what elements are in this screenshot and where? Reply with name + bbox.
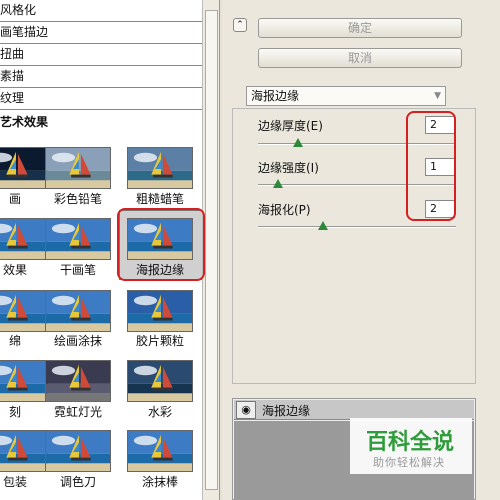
- chevron-down-icon: ▼: [434, 91, 441, 101]
- watermark-logo: 百科全说: [366, 430, 455, 455]
- cancel-button[interactable]: 取消: [258, 48, 462, 68]
- scrollbar-thumb[interactable]: [205, 10, 218, 490]
- collapse-icon[interactable]: ⌃: [233, 18, 247, 32]
- filter-thumbnail[interactable]: [127, 430, 193, 472]
- filter-label: 霓虹灯光: [53, 405, 102, 419]
- filter-thumbnail[interactable]: [45, 147, 111, 189]
- edge-thickness-slider-handle[interactable]: [292, 138, 303, 147]
- posterization-slider-handle[interactable]: [318, 221, 329, 230]
- watermark-tagline: 助你轻松解决: [373, 456, 445, 469]
- filter-label: 干画笔: [59, 263, 96, 277]
- eye-icon[interactable]: ◉: [236, 401, 256, 419]
- param-label-edge-thickness: 边缘厚度(E): [258, 119, 323, 133]
- filter-thumbnail[interactable]: [45, 218, 111, 260]
- filter-label: 绘画涂抹: [53, 334, 102, 348]
- filter-thumbnail[interactable]: [127, 147, 193, 189]
- filter-label: 涂抹棒: [141, 475, 178, 489]
- edge-intensity-slider-handle[interactable]: [272, 179, 283, 188]
- filter-select[interactable]: 海报边缘 ▼: [246, 86, 446, 106]
- filter-thumbnail[interactable]: [0, 218, 48, 260]
- category-texture[interactable]: 纹理: [0, 88, 202, 110]
- filter-thumbnail[interactable]: [0, 360, 48, 402]
- filter-label: 胶片颗粒: [135, 334, 184, 348]
- category-distort[interactable]: 扭曲: [0, 44, 202, 66]
- posterization-slider[interactable]: [258, 226, 456, 228]
- filter-label: 粗糙蜡笔: [135, 192, 184, 206]
- param-label-edge-intensity: 边缘强度(I): [258, 161, 319, 175]
- filter-thumbnail[interactable]: [0, 147, 48, 189]
- filter-thumbnail[interactable]: [127, 360, 193, 402]
- filter-thumbnail[interactable]: [127, 290, 193, 332]
- filter-select-value: 海报边缘: [251, 89, 300, 103]
- param-label-posterization: 海报化(P): [258, 203, 311, 217]
- filter-thumbnail[interactable]: [0, 290, 48, 332]
- ok-button[interactable]: 确定: [258, 18, 462, 38]
- filter-thumbnail[interactable]: [45, 290, 111, 332]
- highlight-selected-filter: [117, 208, 205, 281]
- highlight-param-values: [406, 111, 456, 221]
- filter-label: 彩色铅笔: [53, 192, 102, 206]
- category-artistic[interactable]: 艺术效果: [0, 110, 202, 134]
- effect-layer-name: 海报边缘: [262, 404, 311, 418]
- filter-label: 调色刀: [59, 475, 96, 489]
- category-brush-strokes[interactable]: 画笔描边: [0, 22, 202, 44]
- filter-thumbnail[interactable]: [45, 430, 111, 472]
- category-stylize[interactable]: 风格化: [0, 0, 202, 22]
- filter-label: 水彩: [147, 405, 172, 419]
- filter-thumbnail[interactable]: [45, 360, 111, 402]
- category-sketch[interactable]: 素描: [0, 66, 202, 88]
- filter-thumbnail[interactable]: [0, 430, 48, 472]
